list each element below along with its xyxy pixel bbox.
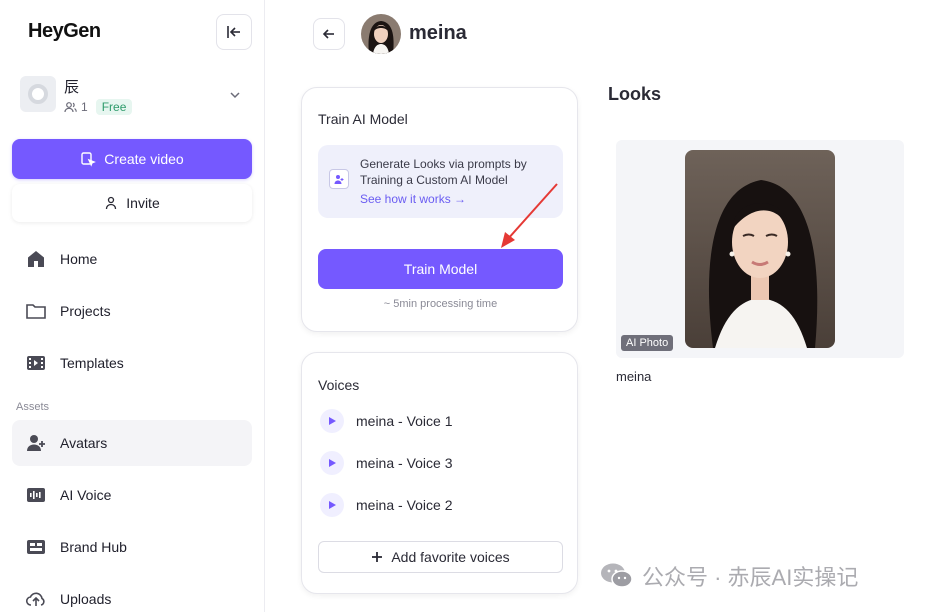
sidebar-item-uploads[interactable]: Uploads bbox=[12, 576, 252, 612]
film-icon bbox=[24, 351, 48, 375]
looks-title: Looks bbox=[608, 84, 662, 104]
voices-card-title: Voices bbox=[318, 377, 360, 393]
train-model-label: Train Model bbox=[403, 261, 478, 277]
watermark-text: 公众号 · 赤辰AI实操记 bbox=[642, 565, 859, 590]
look-name: meina bbox=[616, 369, 652, 384]
plus-icon bbox=[372, 552, 383, 562]
ai-photo-badge: AI Photo bbox=[621, 335, 674, 351]
sidebar: HeyGen 辰 1 Free Create video Invite Home… bbox=[0, 0, 265, 612]
sidebar-item-label: Templates bbox=[60, 355, 124, 371]
home-icon bbox=[24, 247, 48, 271]
watermark: 公众号 · 赤辰AI实操记 bbox=[600, 560, 858, 592]
look-photo bbox=[685, 150, 835, 348]
avatar-icon bbox=[24, 431, 48, 455]
add-favorite-voices-button[interactable]: Add favorite voices bbox=[318, 541, 563, 573]
voice-label: meina - Voice 3 bbox=[356, 455, 453, 471]
sidebar-item-templates[interactable]: Templates bbox=[12, 340, 252, 386]
workspace-name: 辰 bbox=[64, 79, 80, 96]
assets-section-label: Assets bbox=[16, 401, 50, 413]
voice-item[interactable]: meina - Voice 2 bbox=[320, 493, 453, 517]
chevron-down-icon bbox=[230, 92, 240, 99]
voice-icon bbox=[24, 483, 48, 507]
sidebar-item-home[interactable]: Home bbox=[12, 236, 252, 282]
plan-badge: Free bbox=[95, 99, 133, 115]
sidebar-item-projects[interactable]: Projects bbox=[12, 288, 252, 334]
sidebar-item-label: Avatars bbox=[60, 435, 108, 451]
voice-item[interactable]: meina - Voice 1 bbox=[320, 409, 453, 433]
wechat-icon bbox=[601, 563, 633, 588]
avatar bbox=[361, 14, 401, 54]
workspace-switcher[interactable]: 辰 1 Free bbox=[20, 74, 250, 116]
sidebar-item-label: Projects bbox=[60, 303, 111, 319]
voice-label: meina - Voice 1 bbox=[356, 413, 453, 429]
back-button[interactable] bbox=[313, 18, 345, 50]
voices-card: Voices meina - Voice 1 meina - Voice 3 m… bbox=[301, 352, 578, 594]
workspace-meta: 1 Free bbox=[64, 99, 133, 115]
look-card[interactable]: AI Photo bbox=[616, 140, 904, 358]
add-favorite-voices-label: Add favorite voices bbox=[391, 549, 510, 565]
page-title: meina bbox=[409, 22, 467, 44]
sidebar-item-avatars[interactable]: Avatars bbox=[12, 420, 252, 466]
create-video-button[interactable]: Create video bbox=[12, 139, 252, 179]
see-how-it-works-link[interactable]: See how it works → bbox=[360, 192, 466, 206]
train-card-title: Train AI Model bbox=[318, 111, 408, 127]
folder-icon bbox=[24, 299, 48, 323]
processing-time-text: ~ 5min processing time bbox=[383, 298, 498, 310]
arrow-left-icon bbox=[322, 29, 334, 39]
person-icon bbox=[106, 196, 117, 210]
play-icon[interactable] bbox=[320, 451, 344, 475]
train-model-button[interactable]: Train Model bbox=[318, 249, 563, 289]
collapse-icon bbox=[227, 26, 240, 38]
annotation-arrow bbox=[501, 183, 558, 248]
sidebar-item-brand-hub[interactable]: Brand Hub bbox=[12, 524, 252, 570]
invite-button[interactable]: Invite bbox=[12, 184, 252, 222]
invite-label: Invite bbox=[126, 195, 160, 211]
collapse-sidebar-button[interactable] bbox=[216, 14, 252, 50]
members-icon bbox=[64, 102, 77, 113]
sidebar-item-label: AI Voice bbox=[60, 487, 112, 503]
upload-icon bbox=[24, 587, 48, 611]
sidebar-item-label: Brand Hub bbox=[60, 539, 127, 555]
member-count: 1 bbox=[81, 100, 88, 114]
play-icon[interactable] bbox=[320, 493, 344, 517]
create-video-label: Create video bbox=[104, 151, 184, 167]
sidebar-item-label: Home bbox=[60, 251, 98, 267]
sidebar-item-ai-voice[interactable]: AI Voice bbox=[12, 472, 252, 518]
play-icon[interactable] bbox=[320, 409, 344, 433]
brand-icon bbox=[24, 535, 48, 559]
workspace-avatar bbox=[20, 76, 56, 112]
voice-label: meina - Voice 2 bbox=[356, 497, 453, 513]
sidebar-item-label: Uploads bbox=[60, 591, 112, 607]
custom-model-icon bbox=[329, 169, 349, 189]
voice-item[interactable]: meina - Voice 3 bbox=[320, 451, 453, 475]
create-video-icon bbox=[81, 152, 97, 167]
heygen-logo[interactable]: HeyGen bbox=[28, 20, 101, 43]
